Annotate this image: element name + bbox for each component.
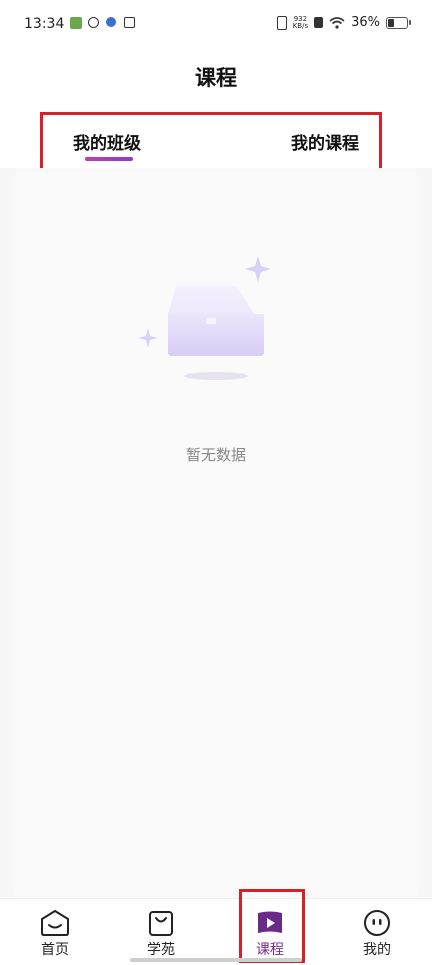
empty-box-icon: [138, 256, 271, 380]
paw-icon: [106, 17, 116, 27]
home-indicator: [130, 958, 302, 962]
nav-course-highlight-box: [239, 889, 305, 963]
nav-mine-label: 我的: [363, 942, 391, 958]
empty-state-text: 暂无数据: [185, 446, 246, 464]
sim-off-icon: [314, 17, 324, 28]
vibrate-icon: [276, 15, 287, 30]
nav-home[interactable]: 首页: [10, 899, 100, 965]
status-bar: 13:34 932 KB/s 36%: [0, 0, 432, 50]
inbox-notification-icon: [124, 17, 135, 28]
nav-academy-label: 学苑: [147, 942, 175, 958]
sync-icon: [88, 17, 99, 28]
shopping-bag-icon: [149, 911, 173, 936]
home-smile-icon: [41, 910, 69, 936]
status-right: 932 KB/s 36%: [276, 15, 411, 30]
tab-my-course[interactable]: 我的课程: [291, 129, 359, 154]
wifi-icon: [329, 16, 345, 29]
nav-home-label: 首页: [41, 942, 69, 958]
face-icon: [364, 910, 390, 936]
page-title: 课程: [195, 66, 237, 90]
bottom-nav: 首页 学苑 课程 我的: [0, 898, 432, 965]
status-time: 13:34: [24, 16, 65, 32]
battery-icon: [386, 16, 411, 29]
active-tab-indicator: [85, 157, 133, 161]
app-notification-icon: [70, 17, 82, 29]
net-speed: 932 KB/s: [292, 15, 309, 30]
nav-academy[interactable]: 学苑: [116, 899, 206, 965]
net-speed-unit: KB/s: [292, 21, 309, 30]
battery-percent: 36%: [351, 15, 380, 30]
tab-my-class[interactable]: 我的班级: [73, 129, 141, 154]
nav-mine[interactable]: 我的: [332, 899, 422, 965]
